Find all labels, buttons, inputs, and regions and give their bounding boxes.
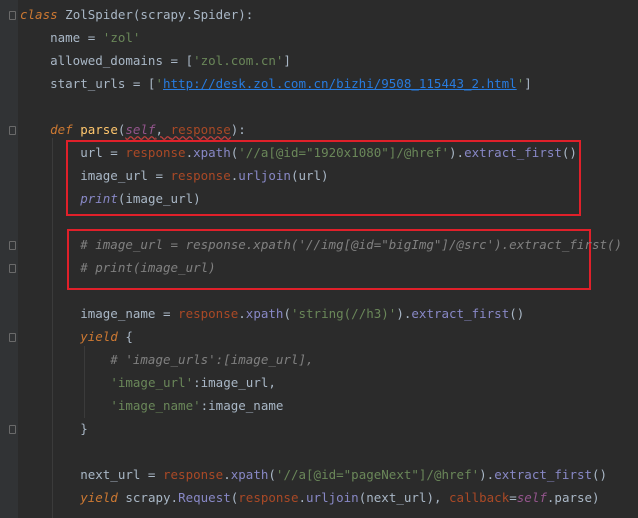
code-line-image-name[interactable]: image_name = response.xpath('string(//h3…	[20, 302, 524, 325]
code-text: ).	[449, 145, 465, 160]
method-name: extract_first	[411, 306, 510, 321]
code-text: ()	[592, 467, 608, 482]
response-ref: response	[125, 145, 186, 160]
code-line-name[interactable]: name = 'zol'	[20, 26, 140, 49]
response-ref: response	[238, 490, 299, 505]
code-text: :image_name	[200, 398, 284, 413]
code-text: .	[238, 306, 246, 321]
code-line-comment-print[interactable]: # print(image_url)	[20, 256, 216, 279]
url-link[interactable]: http://desk.zol.com.cn/bizhi/9508_115443…	[163, 76, 517, 91]
code-text: ):	[230, 122, 246, 137]
code-text: (	[268, 467, 276, 482]
code-text: ()	[561, 145, 577, 160]
code-text: .	[223, 467, 231, 482]
code-text: (next_url),	[358, 490, 450, 505]
string-literal: '//a[@id="pageNext"]/@href'	[275, 467, 480, 482]
code-text: start_urls = [	[20, 76, 156, 91]
code-text: ]	[524, 76, 532, 91]
code-line-close-brace[interactable]: }	[20, 417, 88, 440]
code-text: (	[283, 306, 291, 321]
code-line-url-xpath[interactable]: url = response.xpath('//a[@id="1920x1080…	[20, 141, 577, 164]
string-quote: '	[155, 76, 163, 91]
self-param: self	[125, 122, 156, 137]
string-literal: 'image_url'	[110, 375, 194, 390]
class-signature: ZolSpider(scrapy.Spider):	[57, 7, 254, 22]
code-text: next_url =	[20, 467, 163, 482]
response-param: response	[170, 122, 231, 137]
code-text: scrapy.	[117, 490, 179, 505]
code-text: ()	[509, 306, 525, 321]
code-text: ]	[283, 53, 291, 68]
string-literal: 'zol.com.cn'	[193, 53, 284, 68]
code-text: name =	[20, 30, 103, 45]
code-text: image_name =	[20, 306, 179, 321]
method-name: urljoin	[306, 490, 359, 505]
response-ref: response	[163, 467, 224, 482]
method-name: xpath	[230, 467, 269, 482]
code-line-yield-dict[interactable]: yield {	[20, 325, 133, 348]
code-line-image-url[interactable]: image_url = response.urljoin(url)	[20, 164, 329, 187]
code-text: {	[117, 329, 133, 344]
comment-text: # print(image_url)	[20, 260, 216, 275]
fold-marker-icon[interactable]	[9, 264, 16, 273]
code-text: (url)	[290, 168, 329, 183]
code-line-comment-image-url[interactable]: # image_url = response.xpath('//img[@id=…	[20, 233, 622, 256]
self-ref: self	[516, 490, 547, 505]
string-literal: 'string(//h3)'	[290, 306, 397, 321]
code-text: (image_url)	[117, 191, 201, 206]
response-ref: response	[178, 306, 239, 321]
method-name: xpath	[245, 306, 284, 321]
editor-gutter	[0, 0, 18, 518]
code-editor[interactable]: class ZolSpider(scrapy.Spider): name = '…	[0, 0, 638, 518]
code-text: }	[20, 421, 88, 436]
code-text: .	[298, 490, 307, 505]
comment-text: # image_url = response.xpath('//img[@id=…	[20, 237, 623, 252]
builtin-print: print	[80, 191, 118, 206]
method-name: extract_first	[494, 467, 593, 482]
code-text: ).	[479, 467, 495, 482]
code-text: =	[509, 490, 517, 505]
string-literal: '//a[@id="1920x1080"]/@href'	[238, 145, 449, 160]
class-request: Request	[178, 490, 231, 505]
code-line-dict-image-url[interactable]: 'image_url':image_url,	[20, 371, 276, 394]
code-text: .parse)	[546, 490, 600, 505]
keyword-arg-callback: callback	[449, 490, 510, 505]
keyword-class: class	[20, 7, 58, 22]
code-text: image_url =	[20, 168, 171, 183]
string-literal: 'zol'	[102, 30, 141, 45]
code-line-allowed-domains[interactable]: allowed_domains = ['zol.com.cn']	[20, 49, 291, 72]
code-text: .	[185, 145, 194, 160]
code-line-comment-image-urls[interactable]: # 'image_urls':[image_url],	[20, 348, 314, 371]
fold-marker-icon[interactable]	[9, 333, 16, 342]
code-line-def-parse[interactable]: def parse(self, response):	[20, 118, 246, 141]
code-line-class-def[interactable]: class ZolSpider(scrapy.Spider):	[20, 3, 253, 26]
fold-marker-icon[interactable]	[9, 126, 16, 135]
code-text: :image_url,	[193, 375, 276, 390]
code-text: url =	[20, 145, 126, 160]
comment-text: # 'image_urls':[image_url],	[20, 352, 314, 367]
code-line-print[interactable]: print(image_url)	[20, 187, 201, 210]
code-line-start-urls[interactable]: start_urls = ['http://desk.zol.com.cn/bi…	[20, 72, 532, 95]
method-name: urljoin	[238, 168, 291, 183]
keyword-def: def	[20, 122, 81, 137]
code-text: allowed_domains = [	[20, 53, 194, 68]
fold-marker-icon[interactable]	[9, 241, 16, 250]
fold-marker-icon[interactable]	[9, 11, 16, 20]
method-name: xpath	[193, 145, 231, 160]
function-name: parse	[80, 122, 118, 137]
keyword-yield: yield	[20, 490, 118, 505]
code-text: ).	[396, 306, 412, 321]
code-line-yield-request[interactable]: yield scrapy.Request(response.urljoin(ne…	[20, 486, 600, 509]
code-line-next-url[interactable]: next_url = response.xpath('//a[@id="page…	[20, 463, 607, 486]
response-ref: response	[170, 168, 231, 183]
code-line-dict-image-name[interactable]: 'image_name':image_name	[20, 394, 283, 417]
code-text: ,	[155, 122, 171, 137]
string-literal: 'image_name'	[110, 398, 201, 413]
keyword-yield: yield	[20, 329, 118, 344]
method-name: extract_first	[464, 145, 562, 160]
fold-marker-icon[interactable]	[9, 425, 16, 434]
